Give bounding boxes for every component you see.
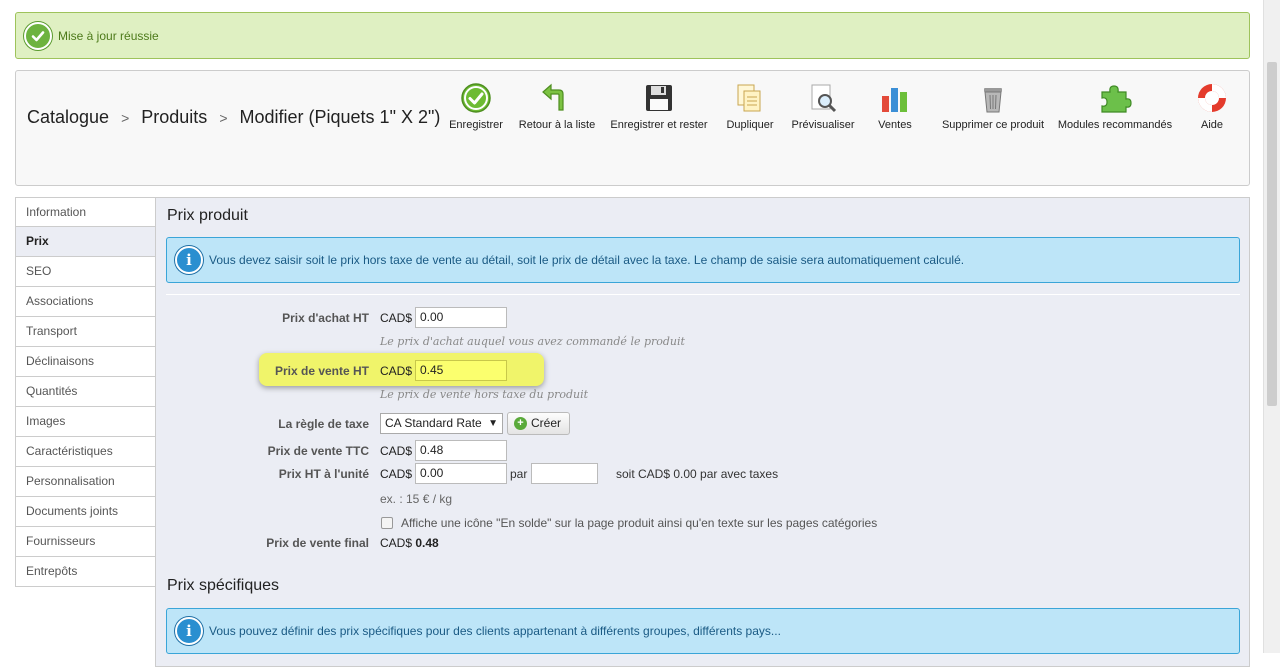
bar-chart-icon bbox=[878, 81, 912, 115]
preview-label: Prévisualiser bbox=[791, 119, 855, 131]
breadcrumb-current: Modifier (Piquets 1" X 2") bbox=[239, 107, 441, 127]
wholesale-price-label: Prix d'achat HT bbox=[282, 311, 369, 325]
divider bbox=[166, 294, 1240, 295]
unit-example: ex. : 15 € / kg bbox=[380, 492, 453, 506]
tax-rule-label: La règle de taxe bbox=[278, 417, 369, 431]
retail-ttc-label: Prix de vente TTC bbox=[267, 444, 369, 458]
sidebar-item-transport[interactable]: Transport bbox=[15, 317, 156, 347]
on-sale-checkbox[interactable] bbox=[381, 517, 393, 529]
info-icon: i bbox=[175, 617, 203, 645]
sidebar-item-caracteristiques[interactable]: Caractéristiques bbox=[15, 437, 156, 467]
save-label: Enregistrer bbox=[449, 119, 503, 131]
sidebar-item-declinaisons[interactable]: Déclinaisons bbox=[15, 347, 156, 377]
back-arrow-icon bbox=[540, 81, 574, 115]
modules-label: Modules recommandés bbox=[1057, 119, 1173, 131]
delete-product-button[interactable]: Supprimer ce produit bbox=[938, 81, 1048, 131]
sidebar-item-entrepots[interactable]: Entrepôts bbox=[15, 557, 156, 587]
puzzle-icon bbox=[1098, 81, 1132, 115]
sidebar-item-fournisseurs[interactable]: Fournisseurs bbox=[15, 527, 156, 557]
duplicate-icon bbox=[733, 81, 767, 115]
info-box: i Vous devez saisir soit le prix hors ta… bbox=[166, 237, 1240, 283]
check-icon bbox=[24, 21, 52, 50]
page-scrollbar[interactable] bbox=[1263, 0, 1280, 653]
breadcrumb-separator: > bbox=[121, 110, 130, 126]
sidebar-item-associations[interactable]: Associations bbox=[15, 287, 156, 317]
back-label: Retour à la liste bbox=[518, 119, 596, 131]
tax-rule-selected: CA Standard Rate bbox=[385, 416, 482, 430]
breadcrumb: Catalogue > Produits > Modifier (Piquets 1" … bbox=[27, 91, 447, 144]
help-button[interactable]: Aide bbox=[1188, 81, 1236, 131]
page-title: Prix produit bbox=[167, 207, 248, 224]
retail-price-input[interactable]: 0.45 bbox=[415, 360, 507, 381]
breadcrumb-catalogue[interactable]: Catalogue bbox=[27, 107, 109, 127]
wholesale-price-input[interactable]: 0.00 bbox=[415, 307, 507, 328]
save-check-icon bbox=[459, 81, 493, 115]
retail-currency: CAD$ bbox=[380, 364, 413, 378]
toolbar: Catalogue > Produits > Modifier (Piquets 1" … bbox=[15, 70, 1250, 186]
scrollbar-thumb[interactable] bbox=[1267, 62, 1277, 406]
sidebar-item-images[interactable]: Images bbox=[15, 407, 156, 437]
unit-price-label: Prix HT à l'unité bbox=[278, 467, 369, 481]
info-text: Vous devez saisir soit le prix hors taxe… bbox=[209, 253, 965, 267]
duplicate-button[interactable]: Dupliquer bbox=[722, 81, 778, 131]
dropdown-arrow-icon: ▼ bbox=[488, 418, 498, 429]
create-tax-rule-button[interactable]: + Créer bbox=[507, 412, 571, 435]
floppy-disk-icon bbox=[642, 81, 676, 115]
save-button[interactable]: Enregistrer bbox=[447, 81, 505, 131]
specific-info-text: Vous pouvez définir des prix spécifiques… bbox=[209, 624, 781, 638]
final-currency: CAD$ bbox=[380, 536, 413, 550]
wholesale-hint: Le prix d'achat auquel vous avez command… bbox=[380, 335, 685, 348]
unit-price-input[interactable]: 0.00 bbox=[415, 463, 507, 484]
retail-ttc-input[interactable]: 0.48 bbox=[415, 440, 507, 461]
unit-per-label: par bbox=[510, 467, 528, 481]
success-alert: Mise à jour réussie bbox=[15, 12, 1250, 59]
price-panel: Prix produit i Vous devez saisir soit le… bbox=[155, 197, 1250, 667]
back-to-list-button[interactable]: Retour à la liste bbox=[516, 81, 598, 131]
duplicate-label: Dupliquer bbox=[726, 119, 774, 131]
final-price-value: CAD$ 0.48 bbox=[380, 536, 439, 550]
delete-label: Supprimer ce produit bbox=[941, 119, 1045, 131]
save-and-stay-label: Enregistrer et rester bbox=[610, 119, 708, 131]
specific-prices-title: Prix spécifiques bbox=[167, 577, 280, 594]
unit-input[interactable] bbox=[531, 463, 598, 484]
final-price-label: Prix de vente final bbox=[266, 536, 369, 550]
trash-icon bbox=[976, 81, 1010, 115]
plus-icon: + bbox=[514, 417, 527, 430]
sidebar-item-prix[interactable]: Prix bbox=[15, 227, 156, 257]
final-amount: 0.48 bbox=[415, 536, 439, 550]
specific-info-box: i Vous pouvez définir des prix spécifiqu… bbox=[166, 608, 1240, 654]
unit-price-currency: CAD$ bbox=[380, 467, 413, 481]
tax-rule-select[interactable]: CA Standard Rate ▼ bbox=[380, 413, 503, 434]
help-label: Aide bbox=[1200, 119, 1224, 131]
sidebar-item-documents-joints[interactable]: Documents joints bbox=[15, 497, 156, 527]
retail-ttc-currency: CAD$ bbox=[380, 444, 413, 458]
breadcrumb-produits[interactable]: Produits bbox=[141, 107, 207, 127]
breadcrumb-separator: > bbox=[219, 110, 228, 126]
sidebar-item-information[interactable]: Information bbox=[15, 197, 156, 227]
sales-button[interactable]: Ventes bbox=[869, 81, 921, 131]
sidebar: Information Prix SEO Associations Transp… bbox=[15, 197, 156, 587]
sidebar-item-personnalisation[interactable]: Personnalisation bbox=[15, 467, 156, 497]
wholesale-currency: CAD$ bbox=[380, 311, 413, 325]
sales-label: Ventes bbox=[878, 119, 912, 131]
save-and-stay-button[interactable]: Enregistrer et rester bbox=[609, 81, 709, 131]
on-sale-label: Affiche une icône "En solde" sur la page… bbox=[401, 516, 878, 530]
info-icon: i bbox=[175, 246, 203, 274]
sidebar-item-quantites[interactable]: Quantités bbox=[15, 377, 156, 407]
retail-hint: Le prix de vente hors taxe du produit bbox=[380, 388, 589, 401]
preview-button[interactable]: Prévisualiser bbox=[788, 81, 858, 131]
success-message: Mise à jour réussie bbox=[58, 28, 159, 43]
sidebar-item-seo[interactable]: SEO bbox=[15, 257, 156, 287]
preview-icon bbox=[806, 81, 840, 115]
create-label: Créer bbox=[531, 416, 562, 430]
recommended-modules-button[interactable]: Modules recommandés bbox=[1056, 81, 1174, 131]
unit-price-summary: soit CAD$ 0.00 par avec taxes bbox=[616, 467, 779, 481]
lifebuoy-icon bbox=[1195, 81, 1229, 115]
retail-price-label: Prix de vente HT bbox=[274, 364, 369, 378]
